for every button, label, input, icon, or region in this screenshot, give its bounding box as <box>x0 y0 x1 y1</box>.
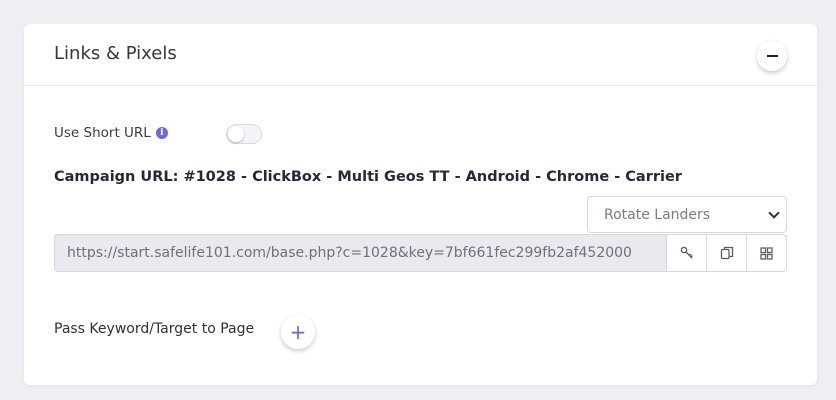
collapse-button[interactable] <box>757 41 787 71</box>
minus-icon <box>766 55 778 57</box>
campaign-url-label: Campaign URL: #1028 - ClickBox - Multi G… <box>54 169 682 185</box>
rotate-landers-value: Rotate Landers <box>604 206 711 223</box>
short-url-label: Use Short URL <box>54 125 151 141</box>
pass-keyword-label: Pass Keyword/Target to Page <box>54 321 255 337</box>
chevron-down-icon <box>768 207 780 219</box>
card-title: Links & Pixels <box>54 43 177 64</box>
links-pixels-card: Links & Pixels Use Short URL i Campaign … <box>24 24 817 385</box>
copy-button[interactable] <box>707 234 747 272</box>
add-keyword-button[interactable]: + <box>281 315 315 349</box>
info-icon[interactable]: i <box>155 127 168 139</box>
plus-icon: + <box>289 320 307 344</box>
short-url-toggle[interactable] <box>226 124 262 144</box>
short-url-row: Use Short URL i <box>54 125 168 141</box>
key-icon <box>680 246 693 259</box>
campaign-url-group: https://start.safelife101.com/base.php?c… <box>54 234 787 272</box>
key-button[interactable] <box>667 234 707 272</box>
card-header: Links & Pixels <box>24 24 817 86</box>
rotate-landers-select[interactable]: Rotate Landers <box>587 196 787 233</box>
copy-icon <box>720 246 733 260</box>
qr-code-icon <box>760 246 773 260</box>
qr-code-button[interactable] <box>747 234 787 272</box>
toggle-knob <box>228 126 244 142</box>
campaign-url-field[interactable]: https://start.safelife101.com/base.php?c… <box>54 234 667 272</box>
